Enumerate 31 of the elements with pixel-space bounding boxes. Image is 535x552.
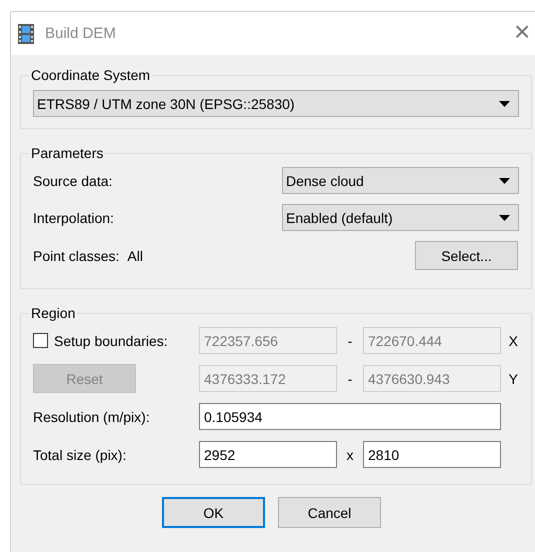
size-separator: x xyxy=(346,446,354,464)
caret-icon xyxy=(499,178,510,184)
coordinate-system-dropdown[interactable]: ETRS89 / UTM zone 30N (EPSG::25830) xyxy=(33,90,519,117)
input-field[interactable]: 2810 xyxy=(363,441,501,468)
field-label: Interpolation: xyxy=(33,210,114,226)
range-separator: - xyxy=(346,332,354,350)
caret-icon xyxy=(499,214,510,220)
cancel-button[interactable]: Cancel xyxy=(278,497,381,528)
checkbox[interactable] xyxy=(33,333,48,348)
axis-label: Y xyxy=(508,370,518,388)
interpolation-dropdown[interactable]: Enabled (default) xyxy=(282,204,519,231)
field-label: Point classes: xyxy=(33,248,120,264)
field-label: Source data: xyxy=(33,172,112,188)
field-value: All xyxy=(127,248,143,264)
caret-icon xyxy=(499,100,510,106)
range-separator: - xyxy=(346,370,354,388)
axis-label: X xyxy=(508,332,518,350)
group-title: Region xyxy=(30,305,76,321)
ok-button[interactable]: OK xyxy=(162,497,265,528)
input-field[interactable]: 0.105934 xyxy=(199,403,501,430)
select-button[interactable]: Select... xyxy=(415,241,518,270)
source-data-dropdown[interactable]: Dense cloud xyxy=(282,167,519,194)
field-label: Total size (pix): xyxy=(33,446,128,465)
group-title: Coordinate System xyxy=(30,67,152,83)
field-label: Resolution (m/pix): xyxy=(33,408,151,427)
group-title: Parameters xyxy=(30,145,104,161)
input-field[interactable]: 2952 xyxy=(199,441,337,468)
close-button[interactable]: × xyxy=(514,18,530,46)
window-title: Build DEM xyxy=(45,25,116,42)
film-icon xyxy=(18,24,34,44)
checkbox-label[interactable]: Setup boundaries: xyxy=(54,327,168,354)
